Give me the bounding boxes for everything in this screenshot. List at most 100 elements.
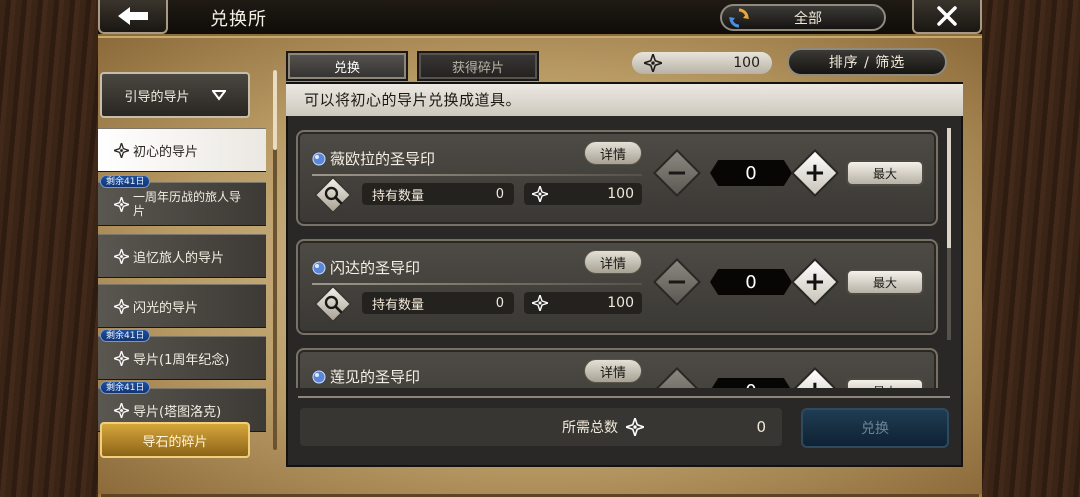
quantity-value: 0: [710, 378, 792, 388]
divider: [312, 174, 642, 176]
days-left-badge: 剩余41日: [100, 381, 151, 394]
sidebar-item-label: 一周年历战的旅人导片: [133, 190, 242, 218]
tab-exchange[interactable]: 兑换: [286, 51, 408, 81]
detail-button[interactable]: 详情: [584, 250, 642, 274]
owned-count: 持有数量 0: [362, 292, 514, 314]
days-left-badge: 剩余41日: [100, 329, 151, 342]
close-button[interactable]: [912, 0, 982, 34]
sidebar-scrollbar[interactable]: [273, 70, 277, 450]
owned-value: 0: [495, 186, 504, 202]
minus-icon: −: [666, 157, 688, 188]
owned-label: 持有数量: [372, 188, 425, 204]
sidebar-item-label: 初心的导片: [133, 144, 199, 160]
shard-diamond-icon: [114, 402, 129, 418]
cost-display: 100: [524, 183, 642, 205]
exchange-button[interactable]: 兑换: [801, 408, 949, 448]
plus-icon: +: [804, 266, 826, 297]
chevron-down-icon: [211, 90, 226, 101]
item-name-wrap: 薇欧拉的圣导印: [312, 148, 435, 169]
plus-icon: +: [804, 157, 826, 188]
max-button[interactable]: 最大: [846, 160, 924, 186]
page-title: 兑换所: [210, 9, 267, 30]
tab-get-shards[interactable]: 获得碎片: [417, 51, 539, 81]
increase-button[interactable]: +: [790, 148, 840, 198]
item-name: 闪达的圣导印: [330, 259, 421, 277]
increase-button[interactable]: +: [790, 257, 840, 307]
back-arrow-icon: [118, 7, 148, 25]
total-required: 所需总数 0: [300, 408, 782, 446]
item-name: 莲见的圣导印: [330, 368, 421, 386]
seal-orb-icon: [312, 261, 326, 274]
sidebar-item-2[interactable]: 追忆旅人的导片: [98, 234, 266, 278]
sidebar-item-stone-shards[interactable]: 导石的碎片: [100, 422, 250, 458]
owned-count: 持有数量 0: [362, 183, 514, 205]
description-text: 可以将初心的导片兑换成道具。: [286, 84, 963, 116]
decrease-button[interactable]: −: [652, 366, 702, 388]
sidebar: 引导的导片 初心的导片 剩余41日 一周年历战的旅人导片 追忆旅人的导片 闪光的…: [98, 68, 270, 458]
decrease-button[interactable]: −: [652, 257, 702, 307]
sort-filter-button[interactable]: 排序 / 筛选: [787, 48, 947, 76]
shard-diamond-icon: [114, 298, 129, 314]
days-left-badge: 剩余41日: [100, 175, 151, 188]
sidebar-item-label: 导石的碎片: [142, 434, 208, 450]
currency-display: 100: [632, 52, 772, 74]
footer-divider: [298, 396, 950, 398]
shard-diamond-icon: [644, 54, 662, 72]
total-value: 0: [756, 418, 766, 436]
quantity-value: 0: [710, 160, 792, 186]
filter-all-button[interactable]: 全部: [720, 4, 886, 31]
sidebar-item-1[interactable]: 剩余41日 一周年历战的旅人导片: [98, 175, 266, 226]
currency-value: 100: [733, 55, 760, 71]
sidebar-item-3[interactable]: 闪光的导片: [98, 284, 266, 328]
back-button[interactable]: [98, 0, 168, 34]
shard-diamond-icon: [114, 142, 129, 158]
sidebar-item-label: 导片(塔图洛克): [133, 404, 222, 420]
sidebar-item-label: 导片(1周年纪念): [133, 352, 230, 368]
list-scrollbar[interactable]: [947, 128, 951, 340]
item-name-wrap: 莲见的圣导印: [312, 366, 420, 387]
seal-orb-icon: [312, 152, 326, 165]
item-list: 薇欧拉的圣导印 详情 持有数量 0 100 − 0 + 最大 闪达的圣导印 详情: [288, 118, 948, 388]
magnifier-icon: [324, 186, 343, 205]
shard-diamond-icon: [114, 196, 129, 212]
seal-orb-icon: [312, 370, 326, 383]
shard-diamond-icon: [532, 186, 548, 202]
inspect-button[interactable]: [314, 285, 352, 323]
magnifier-icon: [324, 295, 343, 314]
shard-diamond-icon: [114, 248, 129, 264]
sidebar-item-0[interactable]: 初心的导片: [98, 128, 266, 172]
sidebar-item-4[interactable]: 剩余41日 导片(1周年纪念): [98, 329, 266, 380]
close-icon: [937, 6, 957, 26]
scroll-thumb[interactable]: [273, 70, 277, 150]
max-button[interactable]: 最大: [846, 269, 924, 295]
quantity-value: 0: [710, 269, 792, 295]
cost-value: 100: [607, 186, 634, 202]
total-label: 所需总数: [562, 420, 618, 436]
plus-icon: +: [804, 376, 826, 388]
list-item: 闪达的圣导印 详情 持有数量 0 100 − 0 + 最大: [296, 239, 938, 335]
cost-display: 100: [524, 292, 642, 314]
cost-value: 100: [607, 295, 634, 311]
minus-icon: −: [666, 266, 688, 297]
inspect-button[interactable]: [314, 176, 352, 214]
increase-button[interactable]: +: [790, 366, 840, 388]
owned-value: 0: [495, 295, 504, 311]
list-item: 薇欧拉的圣导印 详情 持有数量 0 100 − 0 + 最大: [296, 130, 938, 226]
scroll-thumb[interactable]: [947, 128, 951, 248]
item-name-wrap: 闪达的圣导印: [312, 257, 420, 278]
max-button[interactable]: 最大: [846, 378, 924, 388]
list-item: 莲见的圣导印 详情 − 0 + 最大: [296, 348, 938, 388]
refresh-icon: [729, 8, 749, 27]
wood-frame-left: [0, 0, 98, 497]
sidebar-category-dropdown[interactable]: 引导的导片: [100, 72, 250, 118]
minus-icon: −: [666, 376, 688, 388]
divider: [312, 283, 642, 285]
shard-diamond-icon: [532, 295, 548, 311]
shard-diamond-icon: [114, 350, 129, 366]
detail-button[interactable]: 详情: [584, 141, 642, 165]
sidebar-category-label: 引导的导片: [124, 89, 190, 105]
shard-diamond-icon: [626, 418, 644, 436]
detail-button[interactable]: 详情: [584, 359, 642, 383]
owned-label: 持有数量: [372, 297, 425, 313]
decrease-button[interactable]: −: [652, 148, 702, 198]
